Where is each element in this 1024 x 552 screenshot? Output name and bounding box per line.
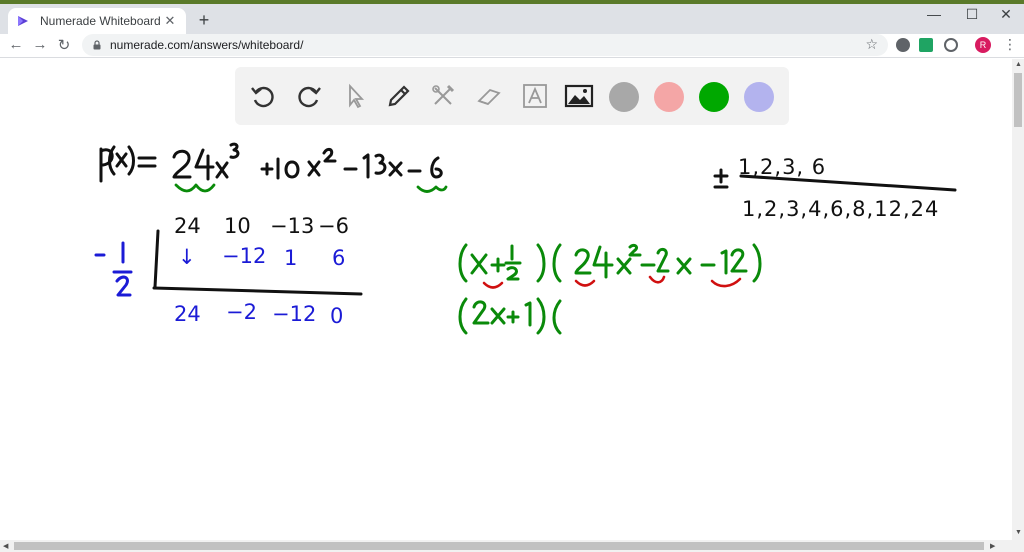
product: 6 [332,246,346,270]
back-button[interactable]: ← [6,36,26,53]
scroll-left-icon[interactable]: ◀ [3,542,8,550]
factor-line-1-text: (x + ½)(24x² − 2x − 12) [40,529,51,530]
rational-root-numerators: 1,2,3, 6 [738,155,827,179]
reload-button[interactable]: ↻ [54,36,74,54]
forward-button[interactable]: → [30,36,50,53]
active-tab[interactable]: Numerade Whiteboard ✕ [8,8,186,34]
tab-title: Numerade Whiteboard [40,14,161,28]
rational-root-denominators: 1,2,3,4,6,8,12,24 [742,197,940,221]
coefficient: 10 [224,214,251,238]
vertical-scroll-thumb[interactable] [1014,73,1022,127]
coefficient: −13 [270,214,315,238]
extension-icon[interactable] [896,38,910,52]
result: 24 [174,302,201,326]
tab-bar: Numerade Whiteboard ✕ + — ☐ ✕ [0,4,1024,34]
product: ↓ [178,245,196,269]
result: −2 [226,300,257,324]
minimize-button[interactable]: — [922,6,946,22]
handwriting-layer [94,142,957,335]
github-extension-icon[interactable] [944,38,958,52]
address-bar[interactable]: numerade.com/answers/whiteboard/ ☆ [82,34,888,56]
scroll-up-icon[interactable]: ▲ [1015,61,1022,68]
factor-line-2-text: (2x+1)( [60,529,64,530]
divisor-ink [94,241,133,297]
lock-icon [93,40,101,50]
scroll-right-icon[interactable]: ▶ [990,542,995,550]
horizontal-scroll-thumb[interactable] [14,542,984,550]
maximize-button[interactable]: ☐ [960,6,984,23]
bookmark-star-icon[interactable]: ☆ [865,36,878,53]
browser-toolbar: ← → ↻ numerade.com/answers/whiteboard/ ☆… [0,34,1024,58]
tab-close-icon[interactable]: ✕ [162,13,178,29]
vertical-scrollbar[interactable]: ▲ ▼ [1012,59,1024,540]
product: −12 [222,244,267,268]
scroll-down-icon[interactable]: ▼ [1015,529,1022,536]
whiteboard-canvas[interactable]: 1,2,3, 6 1,2,3,4,6,8,12,24 24 10 −13 −6 … [0,59,1012,540]
coefficient: −6 [318,214,349,238]
factor-ink [458,243,762,335]
new-tab-button[interactable]: + [194,10,214,31]
coefficient: 24 [174,214,201,238]
result: −12 [272,302,317,326]
factor-underlines [482,275,742,289]
polynomial-ink [99,142,422,183]
numerade-favicon-icon [18,16,28,26]
result: 0 [330,304,344,328]
browser-menu-icon[interactable]: ⋮ [1003,36,1017,53]
divisor-text: −1/2 [20,529,22,530]
product: 1 [284,246,298,270]
url-text: numerade.com/answers/whiteboard/ [110,38,304,52]
profile-avatar[interactable]: R [975,37,991,53]
polynomial-text: P(x)= 24x³ +10x² −13x −6 [0,529,12,530]
close-window-button[interactable]: ✕ [994,6,1018,23]
check-extension-icon[interactable] [919,38,933,52]
horizontal-scrollbar[interactable]: ◀ ▶ [0,540,1024,552]
